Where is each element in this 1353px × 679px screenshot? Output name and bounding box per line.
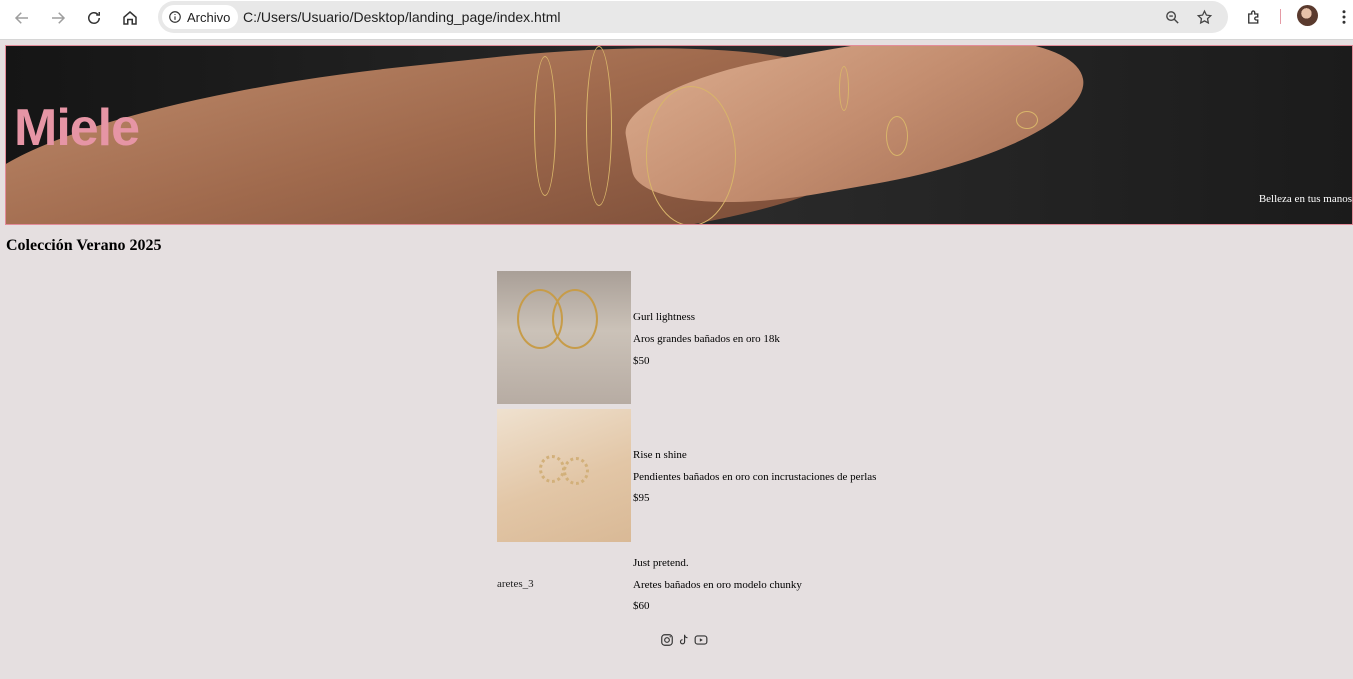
product-name: Just pretend. (633, 557, 689, 569)
bracelet-decoration (534, 56, 556, 196)
product-image (497, 409, 631, 542)
puzzle-icon (1248, 10, 1259, 24)
back-button[interactable] (8, 4, 36, 32)
profile-avatar[interactable] (1297, 5, 1318, 26)
toolbar-divider (1280, 9, 1281, 24)
bookmark-button[interactable] (1193, 6, 1215, 28)
hero-banner: Miele Belleza en tus manos (5, 45, 1353, 225)
ring-decoration (1016, 111, 1038, 129)
zoom-button[interactable] (1161, 6, 1183, 28)
ring-decoration (839, 66, 849, 111)
instagram-icon[interactable] (659, 632, 674, 647)
address-bar[interactable]: Archivo C:/Users/Usuario/Desktop/landing… (158, 1, 1228, 33)
back-arrow-icon (14, 12, 28, 24)
product-name: Gurl lightness (633, 311, 696, 323)
bracelet-decoration (646, 86, 736, 224)
star-icon (1196, 9, 1212, 24)
product-image (497, 271, 631, 404)
tiktok-icon[interactable] (676, 632, 691, 647)
forward-arrow-icon (52, 12, 66, 24)
product-description: Aretes bañados en oro modelo chunky (633, 579, 802, 591)
product-price: $50 (633, 355, 650, 367)
product-name: Rise n shine (633, 449, 687, 461)
product-description: Pendientes bañados en oro con incrustaci… (633, 471, 877, 483)
product-price: $60 (633, 600, 650, 612)
browser-toolbar: Archivo C:/Users/Usuario/Desktop/landing… (0, 0, 1353, 40)
info-icon (169, 11, 181, 23)
extensions-button[interactable] (1242, 5, 1266, 29)
ring-decoration (886, 116, 908, 156)
forward-button[interactable] (44, 4, 72, 32)
broken-image-alt: aretes_3 (497, 578, 534, 590)
url-text[interactable]: C:/Users/Usuario/Desktop/landing_page/in… (243, 9, 561, 25)
home-button[interactable] (116, 4, 144, 32)
brand-logo: Miele (14, 99, 140, 157)
more-vert-icon (1342, 10, 1346, 24)
social-links (659, 632, 708, 647)
site-info-chip[interactable]: Archivo (162, 5, 239, 29)
collection-title: Colección Verano 2025 (6, 237, 162, 254)
menu-button[interactable] (1332, 5, 1353, 29)
reload-icon (88, 12, 100, 24)
product-price: $95 (633, 492, 650, 504)
hoop-earring-decoration (552, 289, 598, 349)
pearl-earring-decoration (563, 457, 589, 485)
bracelet-decoration (586, 46, 612, 206)
product-description: Aros grandes bañados en oro 18k (633, 333, 780, 345)
site-chip-label: Archivo (187, 9, 231, 25)
tagline: Belleza en tus manos (1258, 193, 1352, 205)
reload-button[interactable] (80, 4, 108, 32)
pearl-earring-decoration (539, 455, 565, 483)
youtube-icon[interactable] (693, 632, 708, 647)
zoom-icon (1165, 10, 1179, 24)
home-icon (123, 11, 137, 25)
